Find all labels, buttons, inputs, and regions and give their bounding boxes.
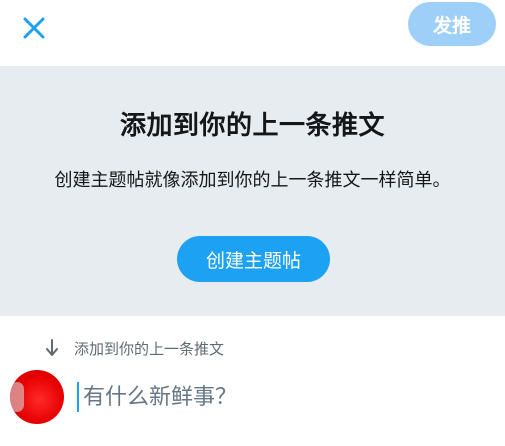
close-icon: [23, 17, 45, 39]
reply-hint: 添加到你的上一条推文: [44, 337, 224, 359]
arrow-down-icon: [44, 339, 60, 357]
compose-input[interactable]: [83, 384, 463, 410]
thread-banner: 添加到你的上一条推文 创建主题帖就像添加到你的上一条推文一样简单。 创建主题帖: [0, 66, 505, 316]
close-button[interactable]: [14, 8, 54, 48]
banner-title: 添加到你的上一条推文: [119, 111, 385, 141]
avatar[interactable]: [10, 370, 64, 424]
create-thread-button[interactable]: 创建主题帖: [177, 236, 330, 282]
post-button[interactable]: 发推: [408, 2, 496, 46]
banner-description: 创建主题帖就像添加到你的上一条推文一样简单。: [54, 170, 451, 191]
top-bar: 发推: [0, 0, 505, 58]
text-cursor: [77, 382, 79, 412]
compose-area[interactable]: [77, 380, 487, 414]
reply-hint-label: 添加到你的上一条推文: [74, 339, 225, 358]
